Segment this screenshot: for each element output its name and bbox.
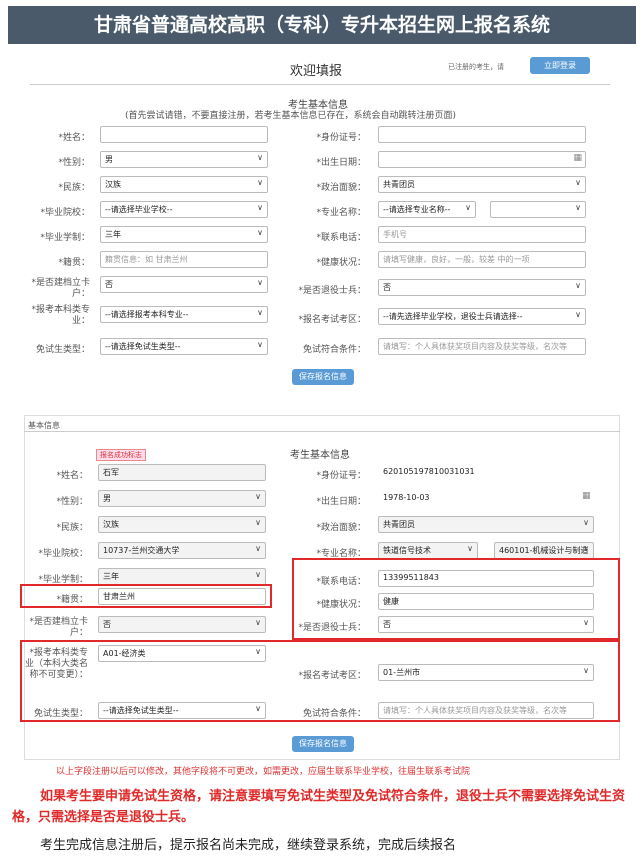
- gender-label: *性别：: [56, 497, 88, 507]
- red-note: 以上字段注册以后可以修改，其他字段将不可更改，如需更改，应届生联系毕业学校，往届…: [56, 767, 471, 777]
- phone-label: *联系电话：: [316, 577, 366, 587]
- gender-select[interactable]: 男: [100, 151, 268, 168]
- exam-area-select[interactable]: --请先选择毕业学校，退役士兵请选择--: [378, 308, 586, 325]
- politics-label: *政治面貌：: [316, 183, 366, 193]
- birth-label: *出生日期：: [316, 158, 366, 168]
- save-button-bottom[interactable]: 保存报名信息: [292, 736, 354, 752]
- login-notice: 已注册的考生，请: [448, 63, 504, 71]
- idcard-input[interactable]: [378, 126, 586, 143]
- origin-input[interactable]: 甘肃兰州: [98, 588, 266, 605]
- divider: [30, 84, 610, 85]
- soldier-label: *是否退役士兵：: [298, 623, 366, 633]
- exam-area-select[interactable]: 01-兰州市: [378, 664, 594, 681]
- phone-input[interactable]: 13399511843: [378, 570, 594, 587]
- school-label: *毕业院校：: [40, 208, 90, 218]
- major-sub-select[interactable]: [490, 201, 586, 218]
- free-cond-input[interactable]: 请填写：个人具体获奖项目内容及获奖等级，名次等: [378, 338, 586, 355]
- edu-select[interactable]: 三年: [100, 226, 268, 243]
- phone-input[interactable]: 手机号: [378, 226, 586, 243]
- free-type-label: 免试生类型：: [33, 709, 88, 719]
- major-select[interactable]: --请选择专业名称--: [378, 201, 476, 218]
- phone-label: *联系电话：: [316, 233, 366, 243]
- calendar-icon[interactable]: ▦: [582, 491, 591, 501]
- gender-label: *性别：: [58, 158, 90, 168]
- soldier-label: *是否退役士兵：: [298, 286, 366, 296]
- idcard-input[interactable]: 620105197810031031: [378, 464, 594, 481]
- note-plain: 考生完成信息注册后，提示报名尚未完成，继续登录系统，完成后续报名: [40, 838, 457, 853]
- edu-label: *毕业学制：: [40, 233, 90, 243]
- section-title: 考生基本信息: [290, 450, 350, 461]
- nation-label: *民族：: [58, 183, 90, 193]
- free-cond-label: 免试符合条件：: [302, 345, 366, 355]
- name-label: *姓名：: [58, 133, 90, 143]
- origin-label: *籍贯：: [58, 258, 90, 268]
- nation-label: *民族：: [56, 523, 88, 533]
- idcard-label: *身份证号：: [316, 133, 366, 143]
- soldier-select[interactable]: 否: [378, 279, 586, 296]
- edu-select[interactable]: 三年: [98, 568, 266, 585]
- free-type-label: 免试生类型：: [35, 345, 90, 355]
- major-select[interactable]: 铁道信号技术: [378, 542, 478, 559]
- school-select[interactable]: 10737-兰州交通大学: [98, 542, 266, 559]
- login-button[interactable]: 立即登录: [530, 57, 590, 74]
- health-label: *健康状况：: [316, 600, 366, 610]
- apply-major-label: *报考本科类专业：: [31, 305, 90, 326]
- nation-select[interactable]: 汉族: [100, 176, 268, 193]
- archive-label: *是否建档立卡户：: [29, 617, 88, 638]
- nation-select[interactable]: 汉族: [98, 516, 266, 533]
- save-button-top[interactable]: 保存报名信息: [292, 369, 354, 385]
- school-select[interactable]: --请选择毕业学校--: [100, 201, 268, 218]
- health-input[interactable]: 请填写健康，良好，一般，较差 中的一项: [378, 251, 586, 268]
- section-subtitle: (首先尝试请错，不要直接注册，若考生基本信息已存在，系统会自动跳转注册页面): [125, 111, 457, 121]
- health-input[interactable]: 健康: [378, 593, 594, 610]
- name-label: *姓名：: [56, 471, 88, 481]
- divider: [24, 431, 620, 432]
- major-label: *专业名称：: [316, 208, 366, 218]
- birth-input[interactable]: 1978-10-03: [378, 490, 594, 507]
- free-cond-label: 免试符合条件：: [302, 709, 366, 719]
- free-type-select[interactable]: --请选择免试生类型--: [98, 702, 266, 719]
- app-title: 甘肃省普通高校高职（专科）专升本招生网上报名系统: [8, 6, 636, 44]
- apply-major-select[interactable]: A01-经济类: [98, 645, 266, 662]
- free-type-select[interactable]: --请选择免试生类型--: [100, 338, 268, 355]
- basic-info-header: 基本信息: [28, 421, 60, 430]
- politics-label: *政治面貌：: [316, 523, 366, 533]
- idcard-label: *身份证号：: [316, 471, 366, 481]
- archive-select[interactable]: 否: [100, 276, 268, 293]
- politics-select[interactable]: 共青团员: [378, 176, 586, 193]
- name-input[interactable]: 石军: [98, 464, 266, 481]
- success-tag: 报名成功标志: [96, 449, 146, 461]
- gender-select[interactable]: 男: [98, 490, 266, 507]
- apply-major-select[interactable]: --请选择报考本科专业--: [100, 306, 268, 323]
- archive-select[interactable]: 否: [98, 616, 266, 633]
- origin-label: *籍贯：: [56, 595, 88, 605]
- politics-select[interactable]: 共青团员: [378, 516, 594, 533]
- birth-input[interactable]: ▦: [378, 151, 586, 168]
- apply-major-label: *报考本科类专业（本科大类名称不可变更）：: [24, 648, 88, 680]
- school-label: *毕业院校：: [38, 549, 88, 559]
- name-input[interactable]: [100, 126, 268, 143]
- health-label: *健康状况：: [316, 258, 366, 268]
- soldier-select[interactable]: 否: [378, 616, 594, 633]
- exam-area-label: *报名考试考区：: [298, 315, 366, 325]
- exam-area-label: *报名考试考区：: [298, 671, 366, 681]
- calendar-icon[interactable]: ▦: [573, 153, 582, 163]
- note-bold-red: 如果考生要申请免试生资格，请注意要填写免试生类型及免试符合条件，退役士兵不需要选…: [12, 789, 626, 825]
- major-sub-select[interactable]: 460101-机械设计与制造: [494, 542, 594, 559]
- free-cond-input[interactable]: 请填写：个人具体获奖项目内容及获奖等级，名次等: [378, 702, 594, 719]
- birth-label: *出生日期：: [316, 497, 366, 507]
- archive-label: *是否建档立卡户：: [31, 278, 90, 299]
- origin-input[interactable]: 籍贯信息：如 甘肃兰州: [100, 251, 268, 268]
- welcome-heading: 欢迎填报: [290, 64, 343, 79]
